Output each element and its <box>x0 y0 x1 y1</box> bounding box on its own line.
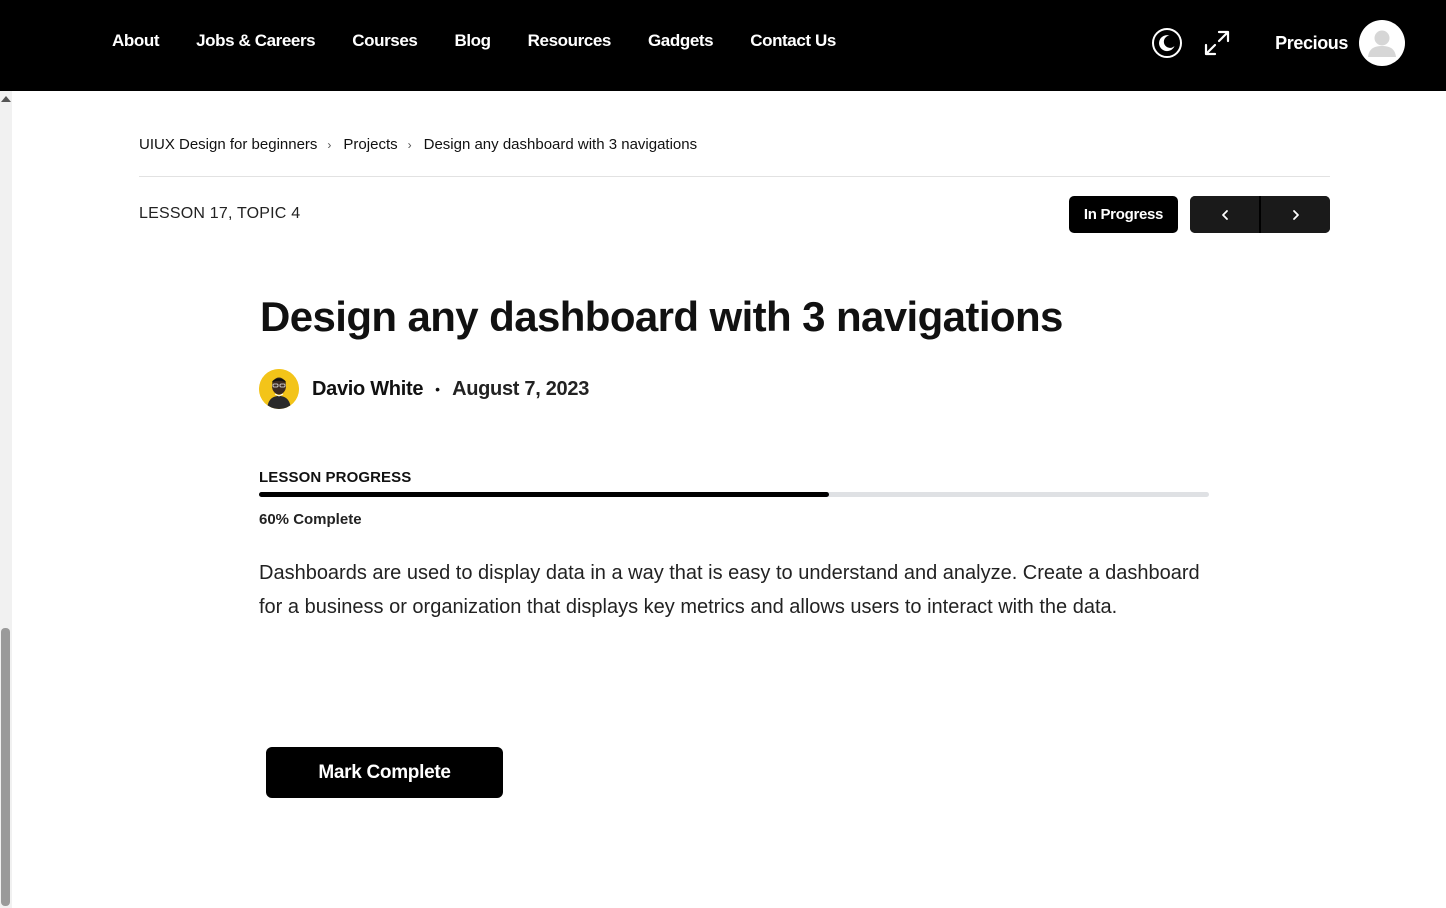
post-date: August 7, 2023 <box>452 377 590 400</box>
expand-icon <box>1205 30 1230 56</box>
status-badge[interactable]: In Progress <box>1069 196 1178 233</box>
scrollbar-thumb[interactable] <box>1 628 10 906</box>
nav-resources[interactable]: Resources <box>528 31 612 51</box>
progress-bar <box>259 492 1209 497</box>
breadcrumb-course[interactable]: UIUX Design for beginners <box>139 136 317 153</box>
chevron-left-icon <box>1221 209 1228 220</box>
progress-bar-fill <box>259 492 829 497</box>
nav-about[interactable]: About <box>112 31 159 51</box>
mark-complete-button[interactable]: Mark Complete <box>266 747 503 798</box>
nav-contact-us[interactable]: Contact Us <box>750 31 836 51</box>
person-photo-icon <box>259 369 299 409</box>
lesson-description: Dashboards are used to display data in a… <box>259 562 1200 618</box>
chevron-right-icon: › <box>407 137 412 152</box>
lesson-topic-label: LESSON 17, TOPIC 4 <box>139 205 301 222</box>
nav-blog[interactable]: Blog <box>454 31 491 51</box>
scroll-up-arrow[interactable] <box>1 96 11 102</box>
page-title: Design any dashboard with 3 navigations <box>260 293 1063 340</box>
header-actions: Precious <box>1150 20 1405 66</box>
previous-lesson-button[interactable] <box>1190 196 1259 233</box>
breadcrumb: UIUX Design for beginners › Projects › D… <box>139 136 697 153</box>
nav-jobs-careers[interactable]: Jobs & Careers <box>196 31 316 51</box>
author-name[interactable]: Davio White <box>312 378 423 401</box>
divider <box>139 176 1330 177</box>
breadcrumb-projects[interactable]: Projects <box>343 136 397 153</box>
top-navigation-bar: About Jobs & Careers Courses Blog Resour… <box>0 0 1446 91</box>
nav-courses[interactable]: Courses <box>352 31 418 51</box>
author-info: Davio White • August 7, 2023 <box>259 369 589 409</box>
progress-label: LESSON PROGRESS <box>259 469 412 486</box>
dark-mode-toggle[interactable] <box>1150 26 1184 60</box>
meta-separator: • <box>435 381 441 397</box>
progress-percent-text: 60% Complete <box>259 511 362 528</box>
main-nav: About Jobs & Careers Courses Blog Resour… <box>112 0 836 82</box>
user-avatar[interactable] <box>1359 20 1405 66</box>
author-avatar[interactable] <box>259 369 299 409</box>
chevron-right-icon <box>1292 209 1299 220</box>
moon-icon <box>1152 28 1183 58</box>
nav-gadgets[interactable]: Gadgets <box>648 31 714 51</box>
next-lesson-button[interactable] <box>1261 196 1330 233</box>
fullscreen-button[interactable] <box>1200 26 1234 60</box>
user-name[interactable]: Precious <box>1275 33 1348 54</box>
user-avatar-icon <box>1368 30 1396 57</box>
lesson-pager <box>1190 196 1330 233</box>
chevron-right-icon: › <box>327 137 332 152</box>
breadcrumb-current[interactable]: Design any dashboard with 3 navigations <box>424 136 698 153</box>
